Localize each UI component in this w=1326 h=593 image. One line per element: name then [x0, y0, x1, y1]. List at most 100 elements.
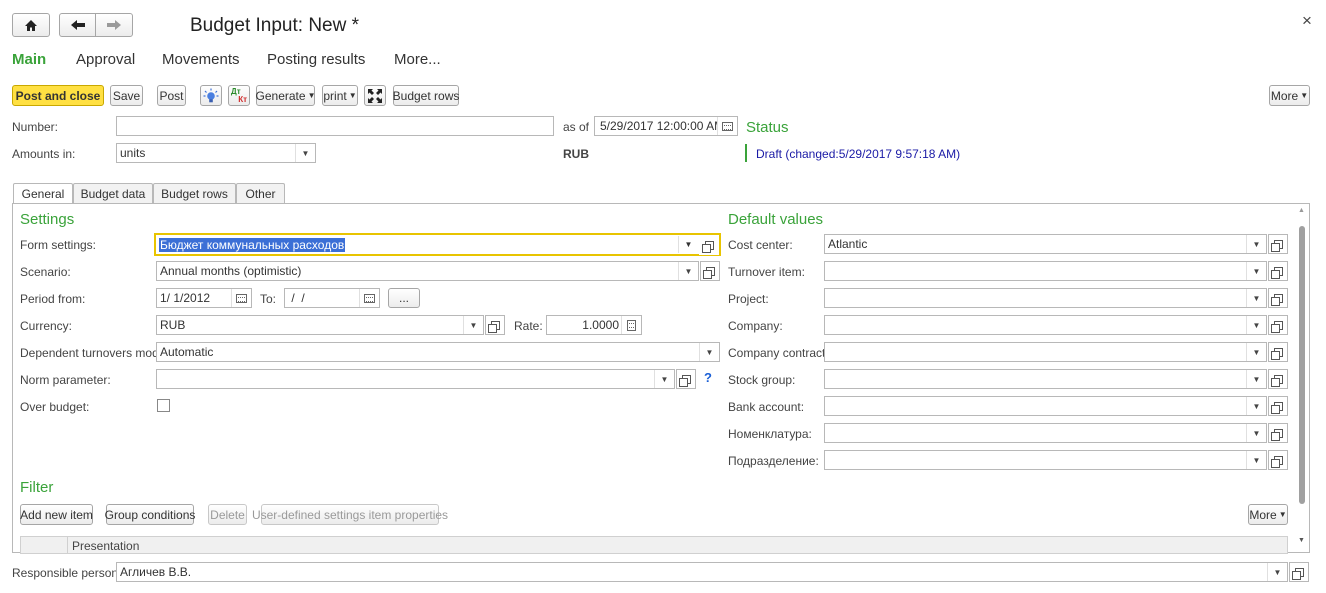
project-select[interactable]: ▼	[824, 288, 1267, 308]
filter-title: Filter	[20, 479, 54, 496]
turnover-item-open-icon[interactable]	[1268, 261, 1288, 281]
dt-kt-button[interactable]: Дт Кт	[228, 85, 250, 106]
forward-button[interactable]	[95, 13, 133, 37]
tab-more[interactable]: More...	[394, 51, 441, 68]
back-button[interactable]	[59, 13, 96, 37]
tab-main[interactable]: Main	[12, 51, 46, 68]
form-settings-dropdown-icon[interactable]: ▼	[678, 236, 698, 253]
department-open-icon[interactable]	[1268, 450, 1288, 470]
project-open-icon[interactable]	[1268, 288, 1288, 308]
currency-select[interactable]: RUB ▼	[156, 315, 484, 335]
tab-general[interactable]: General	[13, 183, 73, 204]
period-to-field[interactable]: / /	[284, 288, 380, 308]
dropdown-icon[interactable]: ▼	[1246, 451, 1266, 469]
vertical-scrollbar-thumb[interactable]	[1299, 226, 1305, 504]
dropdown-icon[interactable]: ▼	[699, 343, 719, 361]
tab-posting-results[interactable]: Posting results	[267, 51, 365, 68]
cost-center-open-icon[interactable]	[1268, 234, 1288, 254]
dropdown-icon[interactable]: ▼	[654, 370, 674, 388]
dropdown-icon[interactable]: ▼	[463, 316, 483, 334]
currency-code: RUB	[563, 147, 589, 161]
window-title: Budget Input: New *	[190, 15, 359, 36]
status-value-link[interactable]: Draft (changed:5/29/2017 9:57:18 AM)	[756, 147, 960, 161]
period-from-field[interactable]: 1/ 1/2012	[156, 288, 252, 308]
dropdown-icon[interactable]: ▼	[1246, 235, 1266, 253]
tab-approval[interactable]: Approval	[76, 51, 135, 68]
post-and-close-button[interactable]: Post and close	[12, 85, 104, 106]
norm-parameter-label: Norm parameter:	[20, 373, 111, 387]
dependent-turnovers-select[interactable]: Automatic ▼	[156, 342, 720, 362]
stock-group-open-icon[interactable]	[1268, 369, 1288, 389]
add-new-item-button[interactable]: Add new item	[20, 504, 93, 525]
toolbar-more-button[interactable]: More ▼	[1269, 85, 1310, 106]
currency-open-icon[interactable]	[485, 315, 505, 335]
tab-budget-rows[interactable]: Budget rows	[153, 183, 236, 203]
cost-center-select[interactable]: Atlantic ▼	[824, 234, 1267, 254]
form-settings-field[interactable]: Бюджет коммунальных расходов	[154, 233, 721, 256]
bank-account-open-icon[interactable]	[1268, 396, 1288, 416]
fullscreen-icon	[368, 88, 382, 103]
over-budget-checkbox[interactable]	[157, 399, 170, 412]
dropdown-icon[interactable]: ▼	[1246, 262, 1266, 280]
scenario-select[interactable]: Annual months (optimistic) ▼	[156, 261, 699, 281]
user-defined-settings-button[interactable]: User-defined settings item properties	[252, 504, 448, 525]
post-button[interactable]: Post	[157, 85, 186, 106]
calendar-button[interactable]	[231, 289, 251, 307]
rate-field[interactable]: 1.0000	[546, 315, 642, 335]
nomenclature-open-icon[interactable]	[1268, 423, 1288, 443]
column-presentation[interactable]: Presentation	[72, 539, 139, 553]
dropdown-icon[interactable]: ▼	[295, 144, 315, 162]
period-select-button[interactable]: ...	[388, 288, 420, 308]
number-field[interactable]	[116, 116, 554, 136]
home-button[interactable]	[12, 13, 50, 37]
filter-more-button[interactable]: More ▼	[1248, 504, 1288, 525]
dependent-turnovers-value: Automatic	[160, 345, 214, 359]
amounts-in-select[interactable]: units ▼	[116, 143, 316, 163]
company-contract-select[interactable]: ▼	[824, 342, 1267, 362]
scroll-down-icon[interactable]: ▼	[1298, 537, 1305, 544]
dropdown-icon[interactable]: ▼	[1246, 424, 1266, 442]
norm-parameter-select[interactable]: ▼	[156, 369, 675, 389]
budget-rows-button[interactable]: Budget rows	[393, 85, 459, 106]
fullscreen-button[interactable]	[364, 85, 386, 106]
print-button[interactable]: print ▼	[322, 85, 358, 106]
calendar-button[interactable]	[717, 117, 737, 135]
generate-button[interactable]: Generate ▼	[256, 85, 315, 106]
scenario-open-icon[interactable]	[700, 261, 720, 281]
stock-group-select[interactable]: ▼	[824, 369, 1267, 389]
responsible-person-select[interactable]: Агличев В.В. ▼	[116, 562, 1288, 582]
date-field[interactable]: 5/29/2017 12:00:00 AM	[594, 116, 738, 136]
turnover-item-select[interactable]: ▼	[824, 261, 1267, 281]
lightbulb-button[interactable]	[200, 85, 222, 106]
company-contract-open-icon[interactable]	[1268, 342, 1288, 362]
calendar-button[interactable]	[359, 289, 379, 307]
lightbulb-icon	[203, 88, 219, 102]
delete-button[interactable]: Delete	[208, 504, 247, 525]
tab-other[interactable]: Other	[236, 183, 285, 203]
scroll-up-icon[interactable]: ▲	[1298, 207, 1305, 214]
nomenclature-label: Номенклатура:	[728, 427, 812, 441]
tab-budget-data[interactable]: Budget data	[73, 183, 153, 203]
company-select[interactable]: ▼	[824, 315, 1267, 335]
dropdown-icon[interactable]: ▼	[678, 262, 698, 280]
dropdown-icon[interactable]: ▼	[1246, 289, 1266, 307]
company-open-icon[interactable]	[1268, 315, 1288, 335]
nomenclature-select[interactable]: ▼	[824, 423, 1267, 443]
form-settings-open-icon[interactable]	[699, 235, 719, 255]
close-icon[interactable]: ×	[1302, 11, 1312, 31]
group-conditions-button[interactable]: Group conditions	[105, 504, 195, 525]
save-button[interactable]: Save	[110, 85, 143, 106]
responsible-person-open-icon[interactable]	[1289, 562, 1309, 582]
dropdown-icon[interactable]: ▼	[1267, 563, 1287, 581]
bank-account-select[interactable]: ▼	[824, 396, 1267, 416]
dropdown-icon[interactable]: ▼	[1246, 316, 1266, 334]
company-contract-label: Company contract:	[728, 346, 829, 360]
tab-movements[interactable]: Movements	[162, 51, 240, 68]
department-select[interactable]: ▼	[824, 450, 1267, 470]
dropdown-icon[interactable]: ▼	[1246, 343, 1266, 361]
dropdown-icon[interactable]: ▼	[1246, 370, 1266, 388]
calculator-button[interactable]	[621, 316, 641, 334]
help-icon[interactable]: ?	[704, 370, 712, 385]
dropdown-icon[interactable]: ▼	[1246, 397, 1266, 415]
norm-parameter-open-icon[interactable]	[676, 369, 696, 389]
